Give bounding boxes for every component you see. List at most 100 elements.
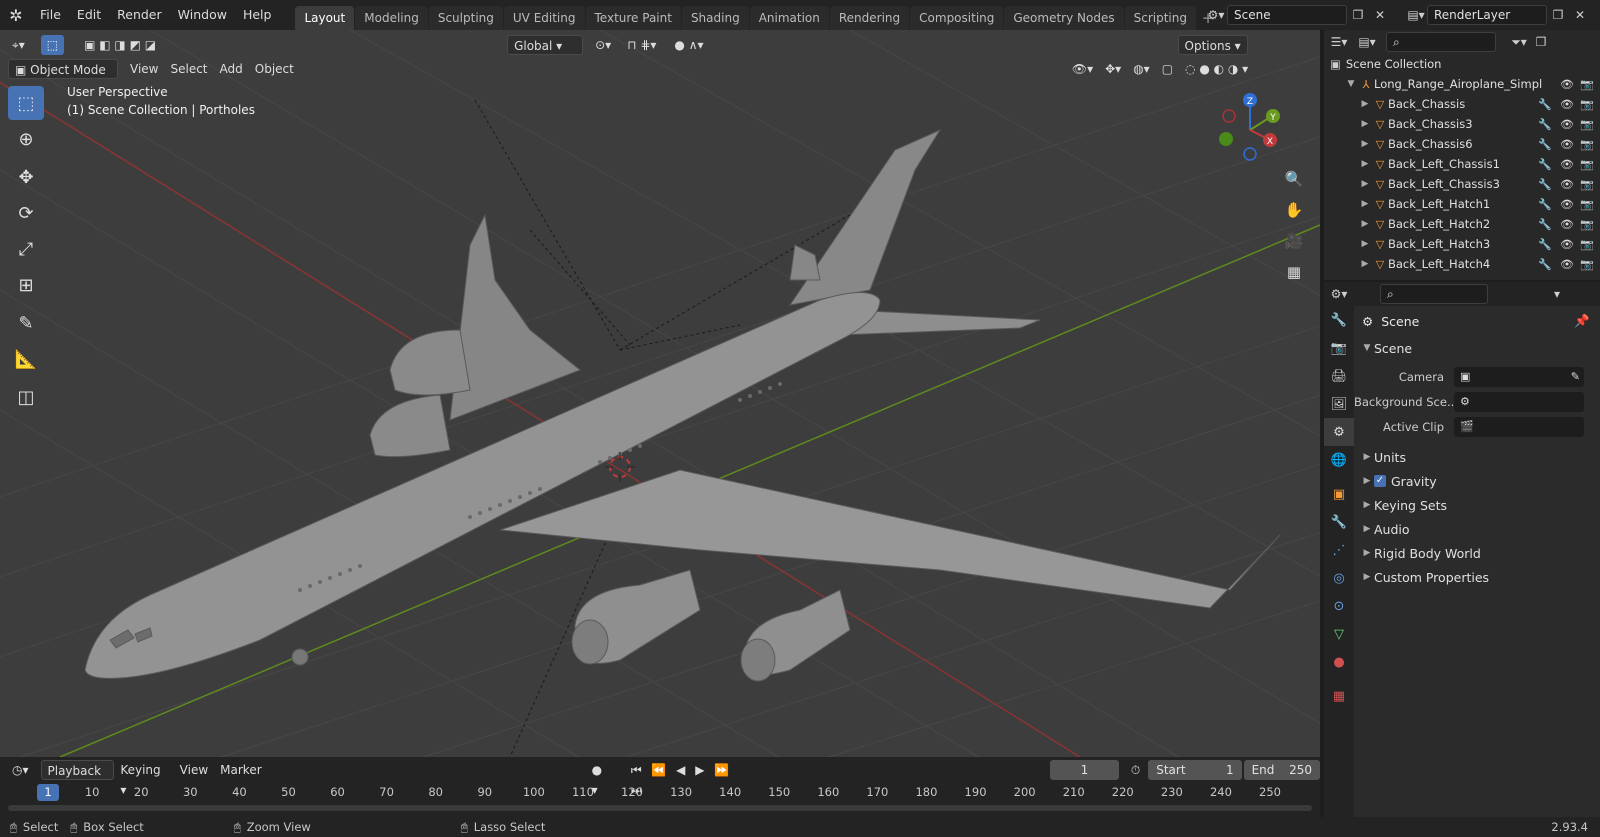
transform-orientation-dropdown[interactable]: Global ▾ [507,35,584,55]
navigation-gizmo[interactable]: Z Y X [1205,88,1295,168]
custom-properties-panel[interactable]: ▶ Custom Properties [1354,565,1600,589]
overlay-toggle-icon[interactable]: ◍▾ [1127,59,1156,79]
eyedropper-icon[interactable]: ✎ [1571,370,1580,383]
visibility-eye-icon[interactable]: 👁 [1560,238,1574,251]
record-icon[interactable]: ● ▾ [586,760,617,797]
outliner-item[interactable]: ▶ ▽ Back_Chassis3 🔧 👁 📷 [1324,114,1600,134]
modifier-wrench-icon[interactable]: 🔧 [1538,258,1552,271]
menu-keying[interactable]: Keying ▾ [114,760,173,797]
scene-panel-header[interactable]: ▼ Scene [1354,336,1600,360]
frame-ruler[interactable]: 1 10 20 30 40 50 60 70 80 90 100 110 120 130 140 150 160… [0,783,1320,803]
menu-edit[interactable]: Edit [69,4,109,26]
outliner[interactable]: ☰▾ ▤▾ ⌕ ⏷▾ ❐ ▣ Scene Collection ▼ ⅄ Long… [1324,30,1600,280]
expand-arrow-icon[interactable]: ▼ [1344,79,1358,89]
data-tab-icon[interactable]: ▽ [1324,620,1354,648]
outliner-editor-type-icon[interactable]: ☰▾ [1328,32,1350,52]
options-dropdown[interactable]: Options ▾ [1177,35,1248,55]
world-tab-icon[interactable]: 🌐 [1324,446,1354,474]
expand-arrow-icon[interactable]: ▶ [1358,199,1372,209]
start-frame-field[interactable]: Start 1 [1148,760,1242,780]
object-tab-icon[interactable]: ▣ [1324,480,1354,508]
menu-file[interactable]: File [32,4,69,26]
menu-select[interactable]: Select [164,59,213,79]
pin-icon[interactable]: 📌 [1574,313,1590,329]
render-camera-icon[interactable]: 📷 [1580,218,1594,231]
audio-panel[interactable]: ▶ Audio [1354,517,1600,541]
menu-marker[interactable]: Marker [214,760,267,780]
outliner-item[interactable]: ▶ ▽ Back_Left_Hatch3 🔧 👁 📷 [1324,234,1600,254]
camera-field[interactable]: ▣ ✎ [1454,366,1584,387]
annotate-tool-icon[interactable]: ✎ [8,306,44,340]
end-frame-field[interactable]: End 250 [1243,760,1320,780]
current-frame-field[interactable]: 1 [1049,760,1119,780]
tab-animation[interactable]: Animation [749,6,829,30]
outliner-item[interactable]: ▶ ▽ Back_Left_Hatch2 🔧 👁 📷 [1324,214,1600,234]
modifier-wrench-icon[interactable]: 🔧 [1538,158,1552,171]
expand-arrow-icon[interactable]: ▶ [1358,219,1372,229]
properties-search-input[interactable]: ⌕ [1380,284,1488,304]
tab-scripting[interactable]: Scripting [1124,6,1196,30]
visibility-eye-icon[interactable]: 👁 [1560,138,1574,151]
visibility-eye-icon[interactable]: 👁 [1560,218,1574,231]
tab-uv-editing[interactable]: UV Editing [503,6,585,30]
selection-mode-icons[interactable]: ▣ ◧ ◨ ◩ ◪ [78,35,162,55]
outliner-collection-row[interactable]: ▼ ⅄ Long_Range_Airoplane_Simpl 👁 📷 [1324,74,1600,94]
active-clip-field[interactable]: 🎬 [1454,416,1584,437]
menu-render[interactable]: Render [109,4,170,26]
tab-layout[interactable]: Layout [295,6,355,30]
visibility-icon[interactable]: 👁▾ [1066,59,1099,79]
physics-tab-icon[interactable]: ◎ [1324,564,1354,592]
transform-tool-icon[interactable]: ⊞ [8,268,44,302]
gravity-checkbox[interactable]: ✓ [1374,475,1386,487]
rotate-tool-icon[interactable]: ⟳ [8,196,44,230]
outliner-search-input[interactable]: ⌕ [1386,32,1496,52]
ortho-grid-icon[interactable]: ▦ [1280,258,1308,286]
xray-icon[interactable]: ▢ [1156,59,1179,79]
tab-modeling[interactable]: Modeling [355,6,428,30]
expand-arrow-icon[interactable]: ▶ [1358,119,1372,129]
modifier-wrench-icon[interactable]: 🔧 [1538,178,1552,191]
outliner-item[interactable]: ▶ ▽ Back_Chassis6 🔧 👁 📷 [1324,134,1600,154]
new-view-layer-icon[interactable]: ❐ [1547,5,1569,25]
modifier-wrench-icon[interactable]: 🔧 [1538,138,1552,151]
modifier-wrench-icon[interactable]: 🔧 [1538,238,1552,251]
tab-texture-paint[interactable]: Texture Paint [585,6,681,30]
measure-tool-icon[interactable]: 📐 [8,342,44,376]
tab-geometry-nodes[interactable]: Geometry Nodes [1004,6,1124,30]
editor-type-icon[interactable]: ⌖▾ [6,35,31,55]
delete-view-layer-icon[interactable]: ✕ [1569,5,1591,25]
constraints-tab-icon[interactable]: ⊙ [1324,592,1354,620]
properties-editor-type-icon[interactable]: ⚙▾ [1328,284,1350,304]
tab-compositing[interactable]: Compositing [910,6,1004,30]
modifier-wrench-icon[interactable]: 🔧 [1538,98,1552,111]
playback-controls-icons[interactable]: ⏮ ⏪ ◀ ▶ ⏩ ⏭ [625,760,752,797]
render-camera-icon[interactable]: 📷 [1580,198,1594,211]
tab-rendering[interactable]: Rendering [829,6,910,30]
outliner-item[interactable]: ▶ ▽ Back_Left_Chassis3 🔧 👁 📷 [1324,174,1600,194]
render-camera-icon[interactable]: 📷 [1580,138,1594,151]
menu-add[interactable]: Add [214,59,249,79]
expand-arrow-icon[interactable]: ▶ [1358,259,1372,269]
rigid-body-world-panel[interactable]: ▶ Rigid Body World [1354,541,1600,565]
view-layer-icon[interactable]: ▤▾ [1405,5,1427,25]
menu-timeline-view[interactable]: View [174,760,214,780]
render-camera-icon[interactable]: 📷 [1580,178,1594,191]
active-tool-icon[interactable]: ⬚ [40,35,65,55]
menu-playback[interactable]: Playback ▾ [40,760,115,798]
display-mode-icon[interactable]: ▤▾ [1356,32,1378,52]
mode-dropdown[interactable]: ▣ Object Mode ▾ [8,59,118,97]
timeline-scrollbar[interactable] [8,805,1312,811]
visibility-eye-icon[interactable]: 👁 [1560,98,1574,111]
timer-icon[interactable]: ⏱ [1125,760,1146,780]
modifier-wrench-icon[interactable]: 🔧 [1538,198,1552,211]
add-cube-tool-icon[interactable]: ◫ [8,380,44,414]
expand-arrow-icon[interactable]: ▶ [1358,99,1372,109]
keying-sets-panel[interactable]: ▶ Keying Sets [1354,493,1600,517]
menu-view[interactable]: View [124,59,164,79]
background-scene-field[interactable]: ⚙ [1454,391,1584,412]
visibility-eye-icon[interactable]: 👁 [1560,78,1574,91]
properties-editor[interactable]: ⚙▾ ⌕ ▾ 🔧 📷 🖨 🖼 ⚙ 🌐 ▣ 🔧 ⋰ ◎ ⊙ ▽ ● ▦ ⚙ Sce… [1324,282,1600,817]
render-tab-icon[interactable]: 📷 [1324,334,1354,362]
render-camera-icon[interactable]: 📷 [1580,158,1594,171]
render-camera-icon[interactable]: 📷 [1580,258,1594,271]
